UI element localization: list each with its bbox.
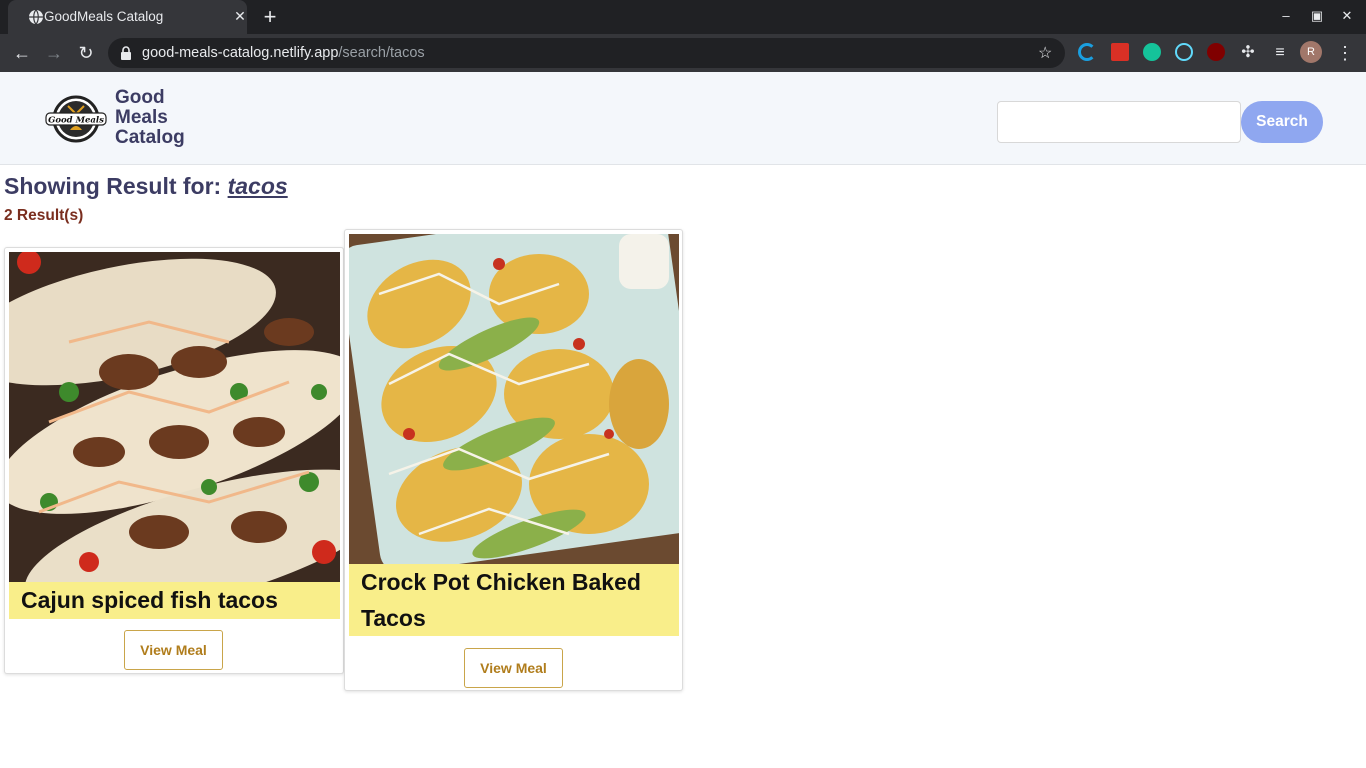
- view-meal-button[interactable]: View Meal: [464, 648, 563, 688]
- react-devtools-icon[interactable]: [1175, 43, 1193, 61]
- grammarly-icon[interactable]: [1143, 43, 1161, 61]
- browser-menu-icon[interactable]: ⋮: [1335, 43, 1355, 63]
- close-window-icon[interactable]: ✕: [1339, 8, 1355, 24]
- extension-c-icon[interactable]: [1078, 43, 1096, 61]
- profile-avatar[interactable]: R: [1300, 41, 1322, 63]
- globe-icon: [29, 9, 43, 25]
- meal-title[interactable]: Crock Pot Chicken Baked Tacos: [349, 564, 679, 636]
- brand-name[interactable]: Good Meals Catalog: [115, 88, 185, 148]
- back-icon[interactable]: ←: [12, 43, 32, 63]
- media-queue-icon[interactable]: ≡: [1270, 43, 1290, 63]
- search-button[interactable]: Search: [1241, 101, 1323, 143]
- logo-text: Good Meals: [48, 116, 104, 126]
- meal-title[interactable]: Cajun spiced fish tacos: [9, 582, 340, 619]
- reload-icon[interactable]: ↻: [76, 43, 96, 63]
- extensions-puzzle-icon[interactable]: ✣: [1238, 43, 1258, 63]
- close-tab-icon[interactable]: ✕: [232, 8, 248, 24]
- extension-book-icon[interactable]: [1111, 43, 1129, 61]
- forward-icon[interactable]: →: [44, 43, 64, 63]
- bookmark-star-icon[interactable]: ☆: [1038, 43, 1052, 63]
- browser-tab[interactable]: GoodMeals Catalog ✕: [8, 0, 247, 34]
- url-text: good-meals-catalog.netlify.app/search/ta…: [142, 45, 425, 61]
- view-meal-button[interactable]: View Meal: [124, 630, 223, 670]
- maximize-icon[interactable]: ▣: [1309, 8, 1325, 24]
- meal-card: Cajun spiced fish tacos View Meal: [4, 247, 344, 674]
- browser-toolbar: ← → ↻ good-meals-catalog.netlify.app/sea…: [0, 34, 1366, 72]
- minimize-icon[interactable]: –: [1278, 8, 1294, 24]
- search-input[interactable]: [997, 101, 1241, 143]
- browser-titlebar: GoodMeals Catalog ✕ + – ▣ ✕: [0, 0, 1366, 34]
- search-query[interactable]: tacos: [228, 173, 288, 199]
- meal-card: Crock Pot Chicken Baked Tacos View Meal: [344, 229, 683, 691]
- ublock-icon[interactable]: [1207, 43, 1225, 61]
- result-count: 2 Result(s): [4, 207, 84, 224]
- address-bar[interactable]: good-meals-catalog.netlify.app/search/ta…: [108, 38, 1065, 68]
- tab-title: GoodMeals Catalog: [44, 9, 164, 24]
- meal-image[interactable]: [9, 252, 340, 583]
- app-header: Good Meals Good Meals Catalog Search: [0, 72, 1366, 165]
- meal-image[interactable]: [349, 234, 679, 564]
- new-tab-icon[interactable]: +: [260, 6, 280, 28]
- lock-icon: [121, 46, 131, 60]
- result-heading: Showing Result for: tacos: [4, 173, 288, 199]
- good-meals-logo[interactable]: Good Meals: [42, 94, 110, 144]
